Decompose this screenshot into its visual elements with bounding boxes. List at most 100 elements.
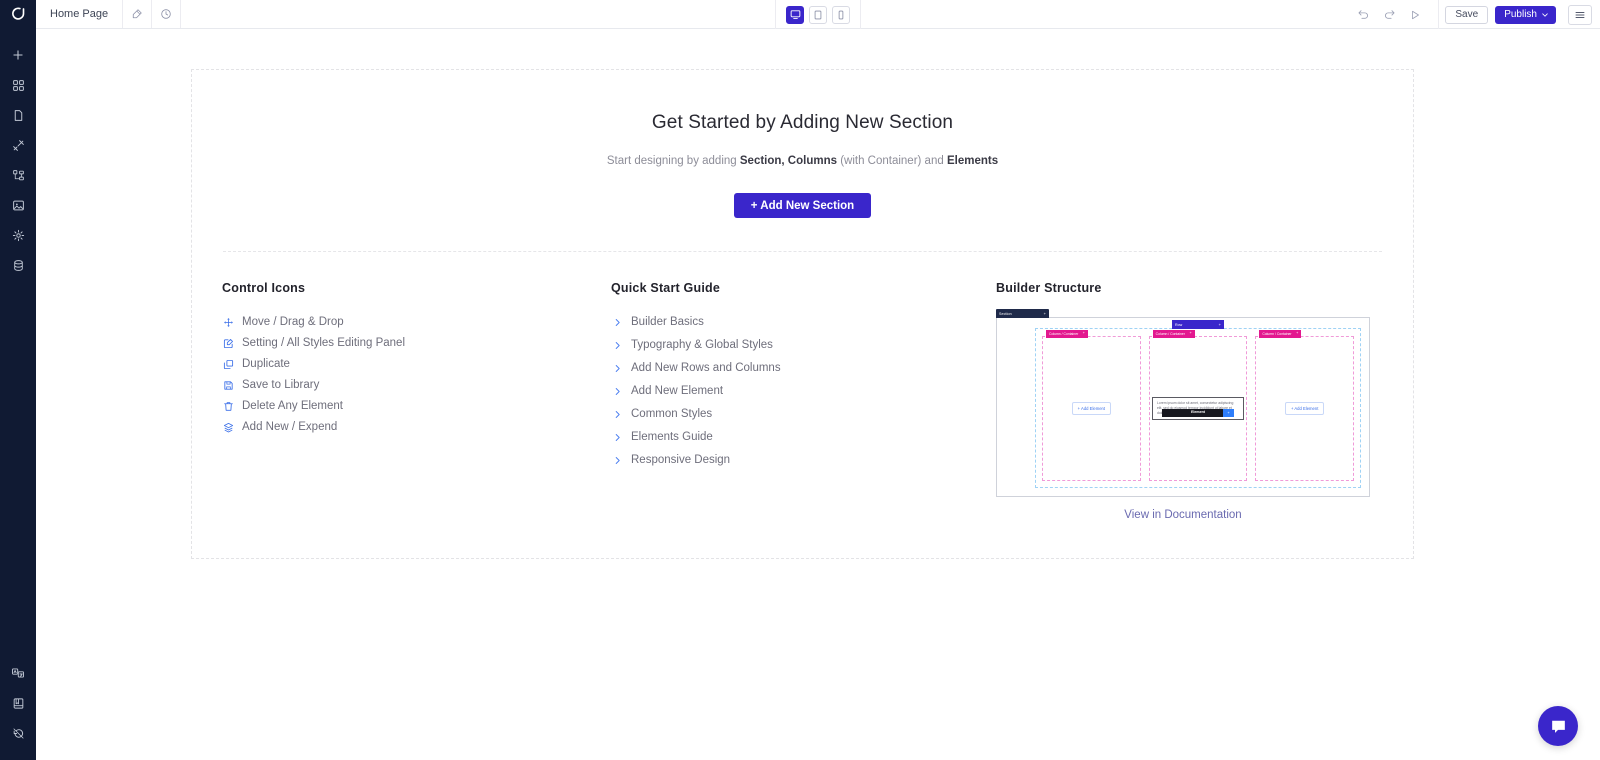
list-item-label: Common Styles [631,408,713,420]
diagram-column-tab: Column / Container + [1046,330,1088,338]
subtitle-bold-section-columns: Section, Columns [739,155,837,167]
sidebar-item-shortcuts[interactable] [0,718,36,748]
sidebar-item-data[interactable] [0,250,36,280]
page-name-label: Home Page [50,8,109,20]
device-tablet-button[interactable] [809,5,827,24]
publish-label: Publish [1504,9,1537,20]
device-desktop-button[interactable] [786,5,804,24]
sidebar-item-translate[interactable] [0,658,36,688]
page-name-selector[interactable]: Home Page [36,0,124,28]
plus-icon: + [1223,408,1234,417]
list-item-label: Responsive Design [631,454,731,466]
subtitle-mid: (with Container) and [837,155,947,167]
redo-icon[interactable] [1376,0,1402,29]
sidebar-item-docs[interactable] [0,688,36,718]
publish-button[interactable]: Publish [1495,5,1556,24]
device-mobile-button[interactable] [832,5,850,24]
sidebar-item-styles[interactable] [0,130,36,160]
chevron-right-icon [611,362,623,374]
list-item[interactable]: Typography & Global Styles [611,339,996,351]
plus-icon: + [1082,331,1085,336]
list-item[interactable]: Setting / All Styles Editing Panel [222,337,611,349]
list-item[interactable]: Add New Rows and Columns [611,362,996,374]
list-item[interactable]: Delete Any Element [222,400,611,412]
view-in-documentation-link[interactable]: View in Documentation [996,509,1370,521]
list-item-label: Move / Drag & Drop [242,316,344,328]
diagram-column-tab: Column / Container + [1152,330,1195,338]
add-new-section-button[interactable]: + Add New Section [733,193,872,218]
toolbar-left-group: Home Page [36,0,182,28]
list-item[interactable]: Save to Library [222,379,611,391]
save-button[interactable]: Save [1445,5,1489,24]
list-item[interactable]: Builder Basics [611,316,996,328]
list-item-label: Add New Rows and Columns [631,362,781,374]
diagram-column-label: Column / Container [1155,332,1185,336]
builder-structure-diagram: Section + Row + Column / Container + + A… [996,309,1370,497]
toolbar-divider [1438,0,1440,29]
control-icons-title: Control Icons [222,281,306,295]
editor-canvas[interactable]: Get Started by Adding New Section Start … [36,29,1600,760]
chevron-right-icon [611,316,623,328]
builder-structure-column: Builder Structure Section + Row + Column… [996,281,1383,521]
control-icons-list: Move / Drag & Drop Setting / All Styles [222,316,611,433]
list-item-label: Save to Library [242,379,320,391]
chat-bubble-icon[interactable] [1538,706,1578,746]
list-item[interactable]: Add New / Expend [222,421,611,433]
list-item-label: Setting / All Styles Editing Panel [242,337,406,349]
move-arrows-icon [222,316,234,328]
left-sidebar [0,0,36,760]
quick-start-list: Builder Basics Typography & Global Style… [611,316,996,466]
chevron-right-icon [611,339,623,351]
list-item-label: Typography & Global Styles [631,339,773,351]
list-item-label: Add New / Expend [242,421,338,433]
list-item-label: Duplicate [242,358,290,370]
top-toolbar: Home Page Save Publish [36,0,1600,29]
diagram-column-label: Column / Container [1262,332,1292,336]
undo-icon[interactable] [1350,0,1376,29]
trash-bin-icon [222,400,234,412]
sidebar-item-layers[interactable] [0,160,36,190]
diagram-column-tab: Column / Container + [1259,330,1302,338]
diagram-row-tab: Row + [1172,320,1224,329]
chevron-down-icon [1542,12,1548,17]
device-switcher [775,0,861,29]
toolbar-right-group: Save Publish [1350,0,1600,29]
diagram-row-label: Row [1175,322,1183,327]
diagram-column-label: Column / Container [1049,332,1079,336]
list-item[interactable]: Move / Drag & Drop [222,316,611,328]
diagram-element-label: Element [1191,409,1205,414]
chevron-right-icon [611,454,623,466]
chevron-right-icon [611,408,623,420]
list-item[interactable]: Add New Element [611,385,996,397]
preview-play-icon[interactable] [1402,0,1428,29]
list-item[interactable]: Elements Guide [611,431,996,443]
sidebar-item-settings[interactable] [0,220,36,250]
onboarding-panel: Get Started by Adding New Section Start … [191,69,1414,559]
diagram-row: Row + Column / Container + + Add Element… [1035,320,1361,488]
plus-icon: + [1218,321,1221,327]
diagram-column: Column / Container + Lorem ipsum dolor s… [1148,330,1248,481]
diagram-add-element-button: + Add Element [1285,402,1325,415]
pen-tool-icon[interactable] [123,0,153,28]
diagram-column: Column / Container + + Add Element [1042,330,1141,481]
app-logo-icon[interactable] [0,0,36,29]
list-item[interactable]: Common Styles [611,408,996,420]
chevron-right-icon [611,385,623,397]
hamburger-menu-icon[interactable] [1568,4,1592,25]
control-icons-column: Control Icons Move / Drag & Drop Setting… [222,281,611,521]
sidebar-item-add[interactable] [0,40,36,70]
builder-structure-title: Builder Structure [996,281,1102,295]
save-floppy-icon [222,379,234,391]
list-item[interactable]: Duplicate [222,358,611,370]
sidebar-item-elements[interactable] [0,70,36,100]
sidebar-item-pages[interactable] [0,100,36,130]
list-item[interactable]: Responsive Design [611,454,996,466]
plus-icon: + [1189,331,1192,336]
sidebar-item-media[interactable] [0,190,36,220]
list-item-label: Add New Element [631,385,724,397]
onboarding-divider [223,251,1382,252]
subtitle-lead: Start designing by adding [606,155,740,167]
diagram-columns: Column / Container + + Add Element Colum… [1042,330,1355,481]
clock-history-icon[interactable] [152,0,182,28]
duplicate-copy-icon [222,358,234,370]
